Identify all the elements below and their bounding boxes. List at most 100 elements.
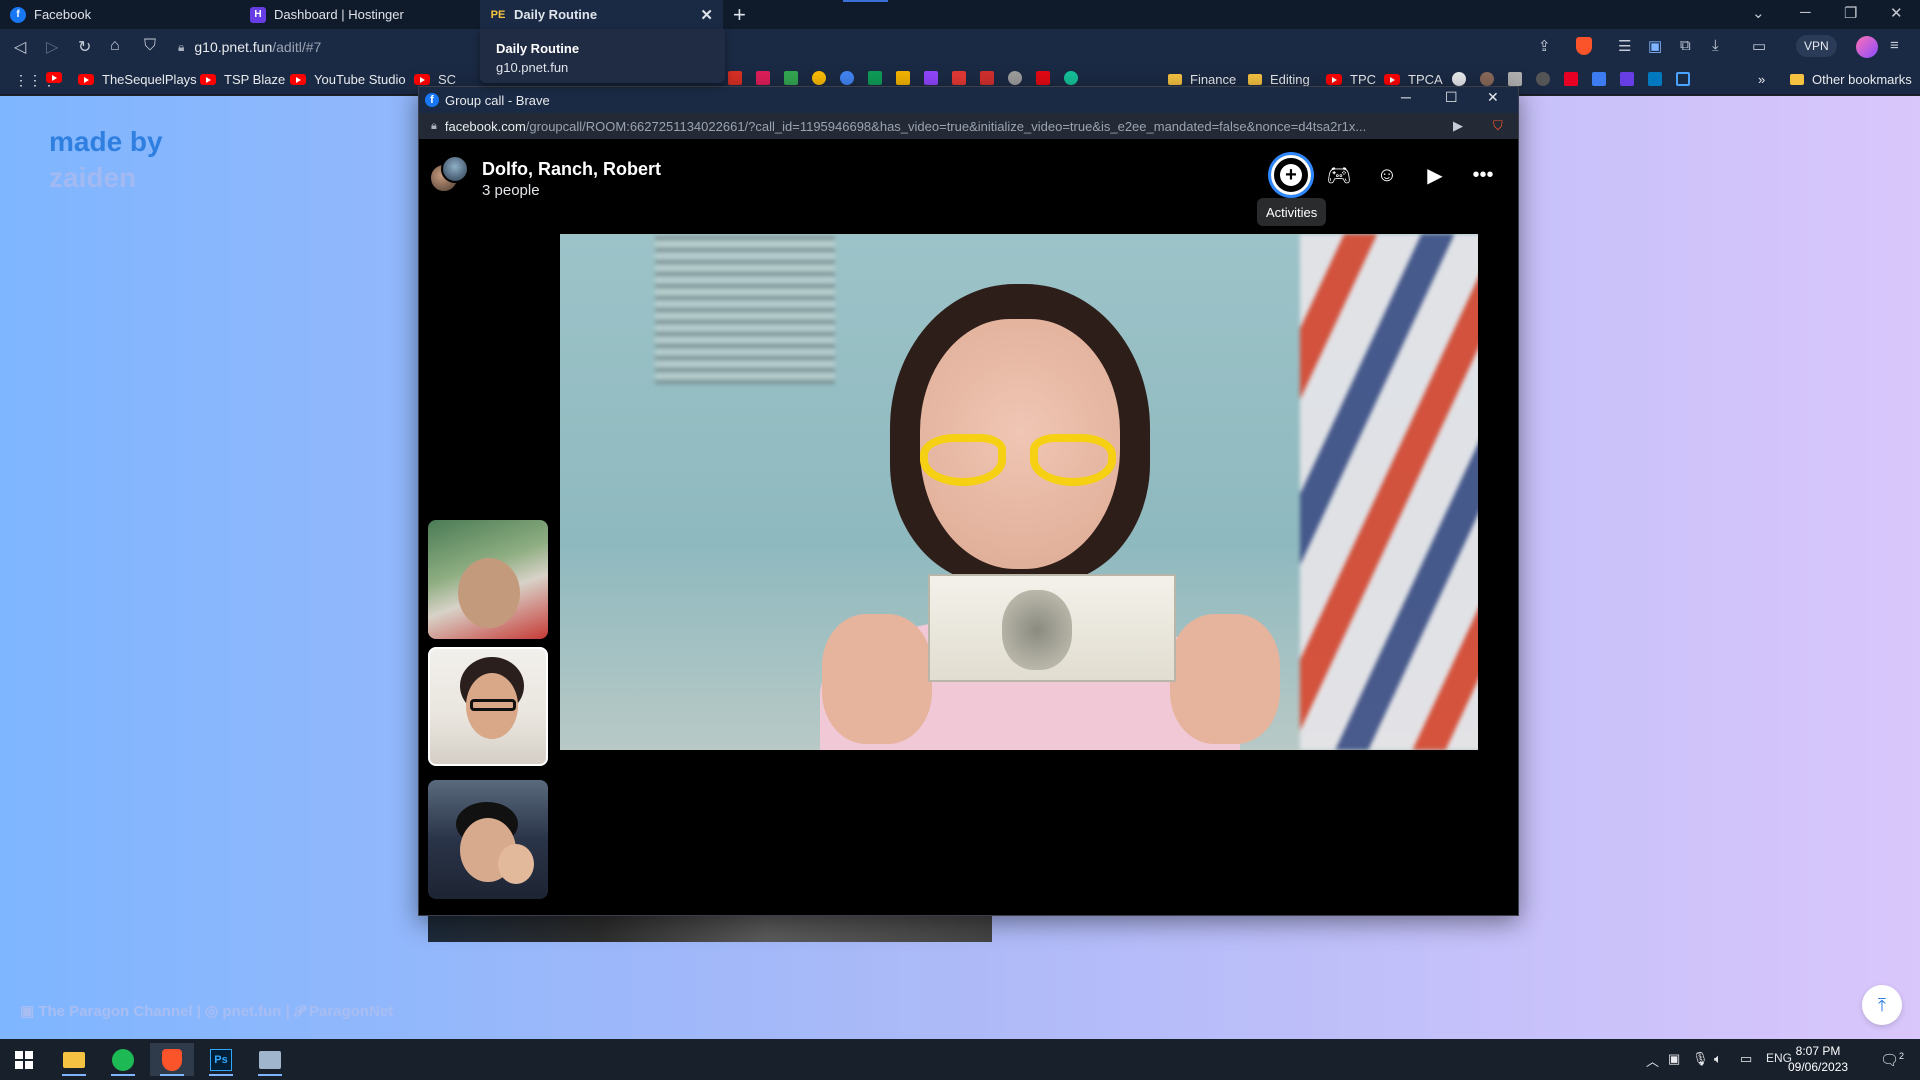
grid-bookmark-icon[interactable] <box>1676 72 1690 86</box>
bookmark-tpca[interactable]: TPCA <box>1384 72 1443 87</box>
brave-button[interactable] <box>150 1043 194 1076</box>
remote-app-button[interactable] <box>248 1043 292 1076</box>
start-button[interactable] <box>2 1043 46 1076</box>
share-icon[interactable]: ⇪ <box>1538 37 1551 55</box>
close-tab-icon[interactable]: ✕ <box>700 6 713 24</box>
reload-icon[interactable]: ↻ <box>78 37 91 57</box>
github-icon[interactable] <box>1452 72 1466 86</box>
paragon-icon[interactable] <box>1592 72 1606 86</box>
grammarly-icon[interactable] <box>1064 71 1078 85</box>
avatar <box>441 155 469 183</box>
more-options-button[interactable]: ••• <box>1463 155 1503 195</box>
menu-icon[interactable]: ≡ <box>1890 37 1899 54</box>
tray-overflow-icon[interactable]: ︿ <box>1646 1051 1659 1070</box>
tab-facebook[interactable]: f Facebook <box>0 0 240 29</box>
scroll-to-top-button[interactable]: ⤒ <box>1862 985 1902 1025</box>
at-icon[interactable] <box>980 71 994 85</box>
volume-icon[interactable]: 🔈︎ <box>1714 1051 1722 1067</box>
extensions-icon[interactable]: ⧉ <box>1680 37 1691 54</box>
bookmark-editing[interactable]: Editing <box>1248 72 1310 87</box>
reading-list-icon[interactable]: ☰ <box>1618 37 1631 55</box>
watch-together-button[interactable]: ▶ <box>1415 155 1455 195</box>
address-path: /aditl/#7 <box>272 39 322 55</box>
home-icon[interactable]: ⌂ <box>110 37 120 55</box>
network-icon[interactable]: ▭ <box>1740 1051 1752 1067</box>
popup-close-icon[interactable]: ✕ <box>1487 89 1499 106</box>
xbox-icon[interactable] <box>1008 71 1022 85</box>
close-window-icon[interactable]: ✕ <box>1890 4 1903 22</box>
activities-button[interactable]: + <box>1271 155 1311 195</box>
twitch-icon[interactable] <box>924 71 938 85</box>
trello-icon[interactable] <box>1648 72 1662 86</box>
bookmark-youtube[interactable] <box>46 72 70 83</box>
youtube-icon <box>414 74 430 85</box>
other-bookmarks[interactable]: Other bookmarks <box>1790 72 1912 87</box>
microphone-icon[interactable]: 🎙︎ <box>1692 1051 1709 1067</box>
spotify-icon <box>112 1048 134 1071</box>
file-explorer-button[interactable] <box>52 1043 96 1076</box>
display-icon[interactable]: ▣ <box>1668 1051 1680 1067</box>
tab-daily-routine[interactable]: PE Daily Routine ✕ <box>480 0 723 29</box>
restore-icon[interactable]: ❐ <box>1844 4 1857 22</box>
netflix-icon[interactable] <box>1036 71 1050 85</box>
camera-permission-icon[interactable]: ▶ <box>1453 118 1463 134</box>
windows-taskbar: Ps ︿ ▣ 🎙︎ 🔈︎ ▭ ENG 8:07 PM 09/06/2023 🗨︎… <box>0 1039 1920 1080</box>
bookmark-finance[interactable]: Finance <box>1168 72 1236 87</box>
avatar-bookmark-icon[interactable] <box>1480 72 1494 86</box>
translate-icon[interactable]: ▣ <box>1648 37 1662 55</box>
profile-avatar[interactable] <box>1856 36 1878 58</box>
dark-circle-icon[interactable] <box>1536 72 1550 86</box>
participant-thumbnail[interactable] <box>428 647 548 766</box>
bookmark-youtube-studio[interactable]: YouTube Studio <box>290 72 406 87</box>
forward-icon[interactable]: ▷ <box>46 37 58 57</box>
system-clock[interactable]: 8:07 PM 09/06/2023 <box>1788 1043 1848 1075</box>
bookmark-label: TPC <box>1350 72 1376 87</box>
maps-icon[interactable] <box>840 71 854 85</box>
effects-button[interactable]: ☺ <box>1367 155 1407 195</box>
download-icon[interactable]: ⤓ <box>1712 37 1719 54</box>
bookmark-thesequelplays[interactable]: TheSequelPlays <box>78 72 197 87</box>
notifications-icon[interactable]: 🗨︎2 <box>1880 1051 1904 1069</box>
bookmark-icon[interactable]: ⛉ <box>144 37 156 55</box>
tab-strip: f Facebook H Dashboard | Hostinger PE Da… <box>0 0 1920 29</box>
group-avatar <box>429 155 471 197</box>
main-video-feed[interactable] <box>560 234 1478 750</box>
hostinger-bookmark-icon[interactable] <box>1620 72 1634 86</box>
game-bookmark-icon[interactable] <box>1508 72 1522 86</box>
brave-shield-icon[interactable]: ⛉ <box>1493 118 1503 134</box>
page-footer[interactable]: ▣ The Paragon Channel | ◎ pnet.fun | 𝓟 P… <box>20 1002 393 1020</box>
drive-icon[interactable] <box>784 71 798 85</box>
popup-maximize-icon[interactable]: ☐ <box>1445 89 1458 106</box>
tab-search-icon[interactable]: ⌄ <box>1752 4 1765 22</box>
classroom-icon[interactable] <box>868 71 882 85</box>
pinterest-icon[interactable] <box>1564 72 1578 86</box>
new-tab-button[interactable]: + <box>733 2 746 28</box>
brave-shield-icon[interactable] <box>1576 37 1592 55</box>
gmail-icon[interactable] <box>728 71 742 85</box>
watch-together-icon: ▶ <box>1427 164 1443 187</box>
brave-icon <box>162 1048 182 1071</box>
store-icon[interactable] <box>952 71 966 85</box>
minimize-icon[interactable]: ─ <box>1800 4 1811 21</box>
vpn-button[interactable]: VPN <box>1796 35 1837 57</box>
photos-icon[interactable] <box>812 71 826 85</box>
more-bookmarks-button[interactable]: » <box>1758 72 1765 87</box>
wallet-icon[interactable]: ▭ <box>1752 37 1766 55</box>
bookmark-tsp-blaze[interactable]: TSP Blaze <box>200 72 285 87</box>
bookmark-sc[interactable]: SC <box>414 72 456 87</box>
activities-icon: + <box>1280 164 1302 186</box>
games-button[interactable]: 🎮︎ <box>1319 155 1359 195</box>
photoshop-button[interactable]: Ps <box>199 1043 243 1076</box>
participant-thumbnail[interactable] <box>428 780 548 899</box>
spotify-button[interactable] <box>101 1043 145 1076</box>
back-icon[interactable]: ◁ <box>14 37 26 57</box>
popup-url-bar[interactable]: 🔒︎ facebook.com/groupcall/ROOM:662725113… <box>419 113 1518 139</box>
popup-minimize-icon[interactable]: ─ <box>1401 89 1411 105</box>
participant-thumbnail[interactable] <box>428 520 548 639</box>
address-bar[interactable]: 🔒︎ g10.pnet.fun/aditl/#7 <box>178 34 1528 60</box>
effects-icon: ☺ <box>1376 163 1398 186</box>
slack-icon[interactable] <box>756 71 770 85</box>
tab-hostinger[interactable]: H Dashboard | Hostinger <box>240 0 480 29</box>
keep-icon[interactable] <box>896 71 910 85</box>
bookmark-tpc[interactable]: TPC <box>1326 72 1376 87</box>
